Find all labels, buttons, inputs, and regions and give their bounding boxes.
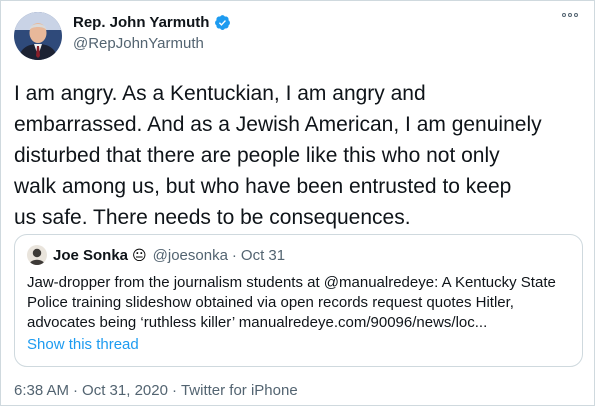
more-options-icon[interactable] — [562, 13, 578, 17]
quoted-tweet-header: Joe Sonka 😐 @joesonka · Oct 31 — [27, 245, 285, 265]
tweet-text-line: us safe. There needs to be consequences. — [14, 206, 411, 229]
tweet-text-line: I am angry. As a Kentuckian, I am angry … — [14, 82, 426, 105]
author-avatar[interactable] — [14, 12, 62, 60]
quoted-author-handle: @joesonka — [152, 246, 228, 264]
tweet-text-line: walk among us, but who have been entrust… — [14, 175, 512, 198]
quoted-tweet-date: Oct 31 — [240, 246, 286, 264]
quoted-text-line: Police training slideshow obtained via o… — [27, 294, 514, 311]
separator-dot: · — [231, 246, 237, 264]
tweet-metadata: 6:38 AM · Oct 31, 2020 · Twitter for iPhone — [14, 382, 298, 399]
tweet-date[interactable]: Oct 31, 2020 — [82, 382, 168, 399]
author-name-row: Rep. John Yarmuth — [73, 14, 231, 31]
author-display-name[interactable]: Rep. John Yarmuth — [73, 14, 209, 31]
quoted-author-avatar — [27, 245, 47, 265]
show-thread-link[interactable]: Show this thread — [27, 336, 139, 353]
tweet-text-line: embarrassed. And as a Jewish American, I… — [14, 113, 542, 136]
quoted-author-name: Joe Sonka — [53, 246, 129, 264]
quoted-text-line: Jaw-dropper from the journalism students… — [27, 274, 556, 291]
tweet-text: I am angry. As a Kentuckian, I am angry … — [14, 78, 586, 233]
quoted-tweet-text: Jaw-dropper from the journalism students… — [27, 273, 572, 333]
separator-dot: · — [171, 382, 177, 399]
tweet-text-line: disturbed that there are people like thi… — [14, 144, 500, 167]
verified-badge-icon — [214, 14, 231, 31]
tweet-card: Rep. John Yarmuth @RepJohnYarmuth I am a… — [0, 0, 595, 406]
neutral-face-emoji: 😐 — [132, 246, 147, 263]
quoted-text-line: advocates being ‘ruthless killer’ manual… — [27, 314, 488, 331]
tweet-time[interactable]: 6:38 AM — [14, 382, 69, 399]
author-handle[interactable]: @RepJohnYarmuth — [73, 35, 204, 52]
quoted-tweet[interactable]: Joe Sonka 😐 @joesonka · Oct 31 Jaw-dropp… — [14, 234, 583, 367]
separator-dot: · — [73, 382, 79, 399]
tweet-source[interactable]: Twitter for iPhone — [181, 382, 298, 399]
